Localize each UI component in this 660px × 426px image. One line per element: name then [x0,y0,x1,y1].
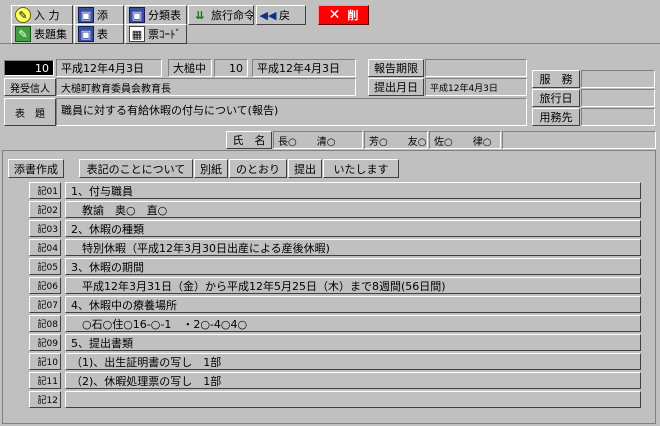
travel-date-label: 旅行日 [532,89,580,107]
row-number[interactable]: 記10 [29,353,61,370]
row-number[interactable]: 記02 [29,201,61,218]
floppy-icon: ▣ [129,7,145,23]
business-label: 用務先 [532,108,580,126]
row-number[interactable]: 記11 [29,372,61,389]
row-text[interactable]: 教諭 奥○ 直○ [65,201,641,218]
school-name[interactable]: 大槌中 [168,59,212,77]
x-icon: ✕ [328,7,341,23]
phrase-button-1[interactable]: 表記のことについて [79,159,193,178]
row-number[interactable]: 記03 [29,220,61,237]
table-button[interactable]: ▣ 表 [74,24,124,44]
row-text[interactable]: 2、休暇の種類 [65,220,641,237]
attach-create-button[interactable]: 添書作成 [8,159,64,178]
travel-order-button[interactable]: ⇊ 旅行命令 [188,5,254,25]
report-deadline-field[interactable] [425,59,527,77]
row-text[interactable] [65,391,641,408]
edit-icon: ✎ [15,26,31,42]
subject-label: 表 題 [4,98,56,126]
ticket-code-button[interactable]: ▦ 票ｺｰﾄﾞ [125,24,187,44]
phrase-button-2[interactable]: 別紙 [194,159,228,178]
row-text[interactable]: ○石○住○16-○-1 ・2○-4○4○ [65,315,641,332]
input-button-label: 入 力 [34,9,60,22]
service-label: 服 務 [532,70,580,88]
phrase-button-3[interactable]: のとおり [229,159,287,178]
row-number[interactable]: 記07 [29,296,61,313]
report-deadline-label: 報告期限 [368,59,424,77]
floppy-icon: ▣ [78,26,94,42]
school-date[interactable]: 平成12年4月3日 [252,59,356,77]
body-panel: 添書作成 表記のことについて 別紙 のとおり 提出 いたします 記01 1、付与職… [2,150,656,424]
name-field-1[interactable]: 長○ 清○ [273,131,363,149]
row-number[interactable]: 記04 [29,239,61,256]
row-text[interactable]: 5、提出書類 [65,334,641,351]
row-number[interactable]: 記08 [29,315,61,332]
classify-button[interactable]: ▣ 分類表 [125,5,187,25]
header-edit-button[interactable]: ✎ 表題集 [11,24,73,44]
name-field-extra[interactable] [502,131,656,149]
row-text[interactable]: （1)、出生証明書の写し 1部 [65,353,641,370]
classify-button-label: 分類表 [148,9,181,22]
submit-date-label: 提出月日 [368,78,424,96]
row-number[interactable]: 記09 [29,334,61,351]
add-button-label: 添 [97,9,108,22]
back-button-label: 戻 [279,9,290,22]
row-text[interactable]: （2)、休暇処理票の写し 1部 [65,372,641,389]
delete-button[interactable]: ✕ 削 [318,5,369,25]
submit-date-field[interactable]: 平成12年4月3日 [425,78,527,96]
row-number[interactable]: 記12 [29,391,61,408]
travel-order-label: 旅行命令 [211,9,254,22]
floppy-icon: ▣ [78,7,94,23]
name-label: 氏 名 [226,131,272,149]
row-number[interactable]: 記06 [29,277,61,294]
school-number[interactable]: 10 [214,59,248,77]
row-text[interactable]: 平成12年3月31日（金）から平成12年5月25日（木）まで8週間(56日間) [65,277,641,294]
name-field-2[interactable]: 芳○ 友○ [364,131,428,149]
table-button-label: 表 [97,28,108,41]
rewind-icon: ◀◀ [259,8,277,22]
phrase-button-4[interactable]: 提出 [288,159,322,178]
sender-label: 発受信人 [4,78,56,96]
grid-icon: ▦ [129,26,145,42]
row-text[interactable]: 4、休暇中の療養場所 [65,296,641,313]
subject-field[interactable]: 職員に対する有給休暇の付与について(報告) [56,98,527,126]
download-arrow-icon: ⇊ [195,8,205,22]
back-button[interactable]: ◀◀ 戻 [256,5,306,25]
row-text[interactable]: 1、付与職員 [65,182,641,199]
row-text[interactable]: 特別休暇（平成12年3月30日出産による産後休暇) [65,239,641,256]
delete-button-label: 削 [347,9,359,22]
header-edit-label: 表題集 [34,28,67,41]
name-field-3[interactable]: 佐○ 律○ [429,131,501,149]
pencil-icon: ✎ [15,7,31,23]
add-button[interactable]: ▣ 添 [74,5,124,25]
sender-field[interactable]: 大槌町教育委員会教育長 [56,78,356,96]
input-button[interactable]: ✎ 入 力 [11,5,73,25]
row-text[interactable]: 3、休暇の期間 [65,258,641,275]
doc-number[interactable]: 10 [4,60,54,76]
travel-date-field[interactable] [581,89,655,107]
business-field[interactable] [581,108,655,126]
service-field[interactable] [581,70,655,88]
doc-date[interactable]: 平成12年4月3日 [56,59,162,77]
toolbar: ✎ 入 力 ▣ 添 ▣ 分類表 ⇊ 旅行命令 ◀◀ 戻 ✕ 削 ✎ 表題集 ▣ … [0,0,660,44]
row-number[interactable]: 記01 [29,182,61,199]
phrase-button-5[interactable]: いたします [323,159,399,178]
row-number[interactable]: 記05 [29,258,61,275]
ticket-code-label: 票ｺｰﾄﾞ [148,28,181,41]
